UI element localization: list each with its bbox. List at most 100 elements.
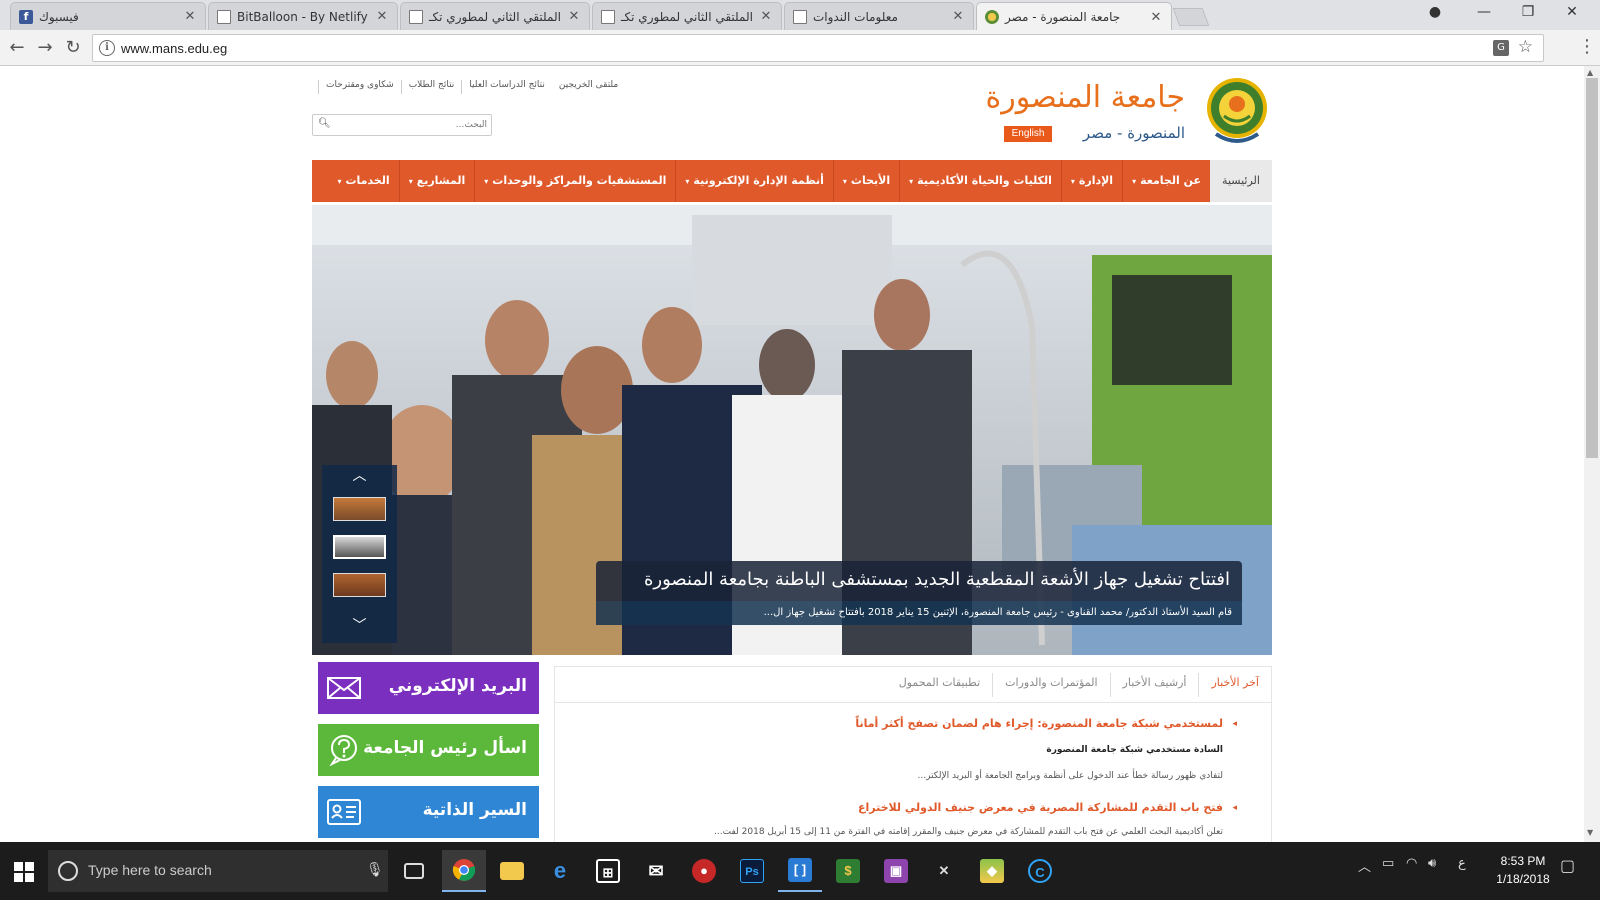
nav-item-e-systems[interactable]: أنظمة الإدارة الإلكترونية▾ — [675, 160, 833, 202]
tab-news-archive[interactable]: أرشيف الأخبار — [1109, 673, 1199, 697]
edge-icon[interactable]: e — [538, 850, 582, 892]
ask-president-button[interactable]: اسأل رئيس الجامعة — [318, 724, 539, 776]
url-text: www.mans.edu.eg — [121, 41, 228, 56]
task-view-icon[interactable] — [392, 850, 436, 892]
teams-app-icon[interactable]: ▣ — [874, 850, 918, 892]
input-language[interactable]: ع — [1458, 856, 1466, 871]
nav-item-administration[interactable]: الإدارة▾ — [1060, 160, 1122, 202]
browser-app-icon[interactable]: C — [1018, 850, 1062, 892]
slide-subcaption: قام السيد الأستاذ الدكتور/ محمد القناوى … — [596, 601, 1242, 625]
taskbar-clock[interactable]: 8:53 PM 1/18/2018 — [1478, 852, 1568, 888]
nav-item-projects[interactable]: المشاريع▾ — [398, 160, 475, 202]
caret-down-icon: ▾ — [337, 177, 342, 186]
scroll-down-icon[interactable]: ▼ — [1587, 828, 1593, 837]
page-scrollbar[interactable]: ▲ ▼ — [1584, 66, 1600, 842]
tab-title: الملتقي الثاني لمطوري تكـ — [621, 9, 753, 24]
nav-home[interactable]: الرئيسية — [1210, 160, 1272, 202]
university-subtitle: المنصورة - مصر — [1082, 124, 1185, 142]
browser-tab-forum-2[interactable]: الملتقي الثاني لمطوري تكـ ✕ — [592, 2, 782, 30]
window-close-icon[interactable]: ✕ — [1562, 4, 1582, 20]
bookmark-star-icon[interactable]: ☆ — [1518, 37, 1533, 57]
battery-icon[interactable]: ▭ — [1382, 856, 1394, 871]
browser-tab-facebook[interactable]: f فيسبوك ✕ — [10, 2, 206, 30]
slide-caption[interactable]: افتتاح تشغيل جهاز الأشعة المقطعية الجديد… — [596, 561, 1242, 601]
top-link-grad-results[interactable]: نتائج الدراسات العليا — [461, 80, 552, 94]
slider-thumbnail[interactable] — [333, 497, 386, 521]
translate-icon[interactable]: G — [1493, 40, 1509, 56]
browser-tab-seminars[interactable]: معلومات الندوات ✕ — [784, 2, 974, 30]
nav-item-about[interactable]: عن الجامعة▾ — [1122, 160, 1210, 202]
close-icon[interactable]: ✕ — [567, 9, 581, 24]
scrollbar-thumb[interactable] — [1586, 78, 1598, 458]
search-input[interactable] — [331, 117, 487, 133]
tab-conferences[interactable]: المؤتمرات والدورات — [992, 673, 1109, 697]
minimize-icon[interactable]: — — [1474, 4, 1494, 20]
browser-toolbar: ← → ↻ i www.mans.edu.eg G ☆ ⋮ — [0, 30, 1600, 66]
nav-item-research[interactable]: الأبحاث▾ — [832, 160, 899, 202]
chrome-icon[interactable] — [442, 850, 486, 892]
close-icon[interactable]: ✕ — [759, 9, 773, 24]
browser-menu-icon[interactable]: ⋮ — [1578, 36, 1596, 57]
scroll-up-icon[interactable]: ▲ — [1587, 68, 1593, 77]
tab-title: الملتقي الثاني لمطوري تكـ — [429, 9, 561, 24]
browser-tab-strip: f فيسبوك ✕ BitBalloon - By Netlify ✕ الم… — [0, 0, 1600, 31]
wifi-icon[interactable]: ◠ — [1406, 856, 1417, 871]
photoshop-icon[interactable]: Ps — [730, 850, 774, 892]
store-icon[interactable]: ⊞ — [586, 850, 630, 892]
money-app-icon[interactable]: $ — [826, 850, 870, 892]
browser-tab-mansoura[interactable]: جامعة المنصورة - مصر ✕ — [976, 2, 1172, 31]
english-language-button[interactable]: English — [1004, 126, 1052, 142]
taskbar-search-placeholder: Type here to search — [88, 862, 212, 878]
close-icon[interactable]: ✕ — [183, 9, 197, 24]
browser-tab-forum-1[interactable]: الملتقي الثاني لمطوري تكـ ✕ — [400, 2, 590, 30]
taskbar-search[interactable]: Type here to search 🎙︎ — [48, 850, 388, 892]
reload-icon[interactable]: ↻ — [62, 37, 84, 58]
brackets-icon[interactable]: [ ] — [778, 850, 822, 892]
media-app-icon[interactable]: ● — [682, 850, 726, 892]
tray-chevron-up-icon[interactable]: ︿ — [1358, 856, 1371, 875]
close-icon[interactable]: ✕ — [1149, 10, 1163, 25]
layers-app-icon[interactable]: ◆ — [970, 850, 1014, 892]
nav-label: الخدمات — [345, 174, 390, 187]
new-tab-button[interactable] — [1172, 8, 1210, 26]
top-link-alumni[interactable]: ملتقى الخريجين — [552, 80, 625, 94]
slider-thumbnail[interactable] — [333, 573, 386, 597]
news-item-title[interactable]: فتح باب التقدم للمشاركة المصرية في معرض … — [858, 801, 1223, 814]
tools-app-icon[interactable]: ✕ — [922, 850, 966, 892]
mail-icon[interactable]: ✉ — [634, 850, 678, 892]
back-icon[interactable]: ← — [6, 37, 28, 58]
cv-button[interactable]: السير الذاتية — [318, 786, 539, 838]
chevron-down-icon[interactable]: ﹀ — [322, 615, 397, 635]
profile-icon[interactable]: ● — [1425, 4, 1445, 20]
nav-item-services[interactable]: الخدمات▾ — [328, 160, 398, 202]
tab-title: BitBalloon - By Netlify — [237, 9, 368, 24]
windows-start-icon[interactable] — [14, 862, 34, 882]
tab-mobile-apps[interactable]: تطبيقات المحمول — [887, 673, 992, 697]
file-explorer-icon[interactable] — [490, 850, 534, 892]
bullet-icon: ◂ — [1232, 719, 1237, 729]
browser-tab-bitballoon[interactable]: BitBalloon - By Netlify ✕ — [208, 2, 398, 30]
search-icon[interactable]: 🔍︎ — [318, 118, 331, 129]
info-icon[interactable]: i — [99, 40, 115, 56]
tab-latest-news[interactable]: آخر الأخبار — [1198, 673, 1271, 697]
chevron-up-icon[interactable]: ︿ — [322, 465, 397, 485]
forward-icon[interactable]: → — [34, 37, 56, 58]
address-bar[interactable]: i www.mans.edu.eg G ☆ — [92, 34, 1544, 62]
email-button[interactable]: البريد الإلكتروني — [318, 662, 539, 714]
nav-label: عن الجامعة — [1140, 174, 1201, 187]
top-link-complaints[interactable]: شكاوى ومقترحات — [318, 80, 401, 94]
notifications-icon[interactable]: ▢ — [1560, 856, 1575, 875]
volume-icon[interactable]: 🔊︎ — [1428, 856, 1436, 871]
restore-icon[interactable]: ❐ — [1518, 4, 1538, 20]
close-icon[interactable]: ✕ — [375, 9, 389, 24]
news-item-title[interactable]: لمستخدمي شبكة جامعة المنصورة: إجراء هام … — [855, 717, 1223, 730]
university-logo — [1207, 78, 1267, 143]
news-item-text: تعلن أكاديمية البحث العلمي عن فتح باب ال… — [714, 827, 1223, 837]
slider-thumbnail-active[interactable] — [333, 535, 386, 559]
news-slider[interactable]: ︿ ﹀ افتتاح تشغيل جهاز الأشعة المقطعية ال… — [312, 205, 1272, 655]
top-link-student-results[interactable]: نتائج الطلاب — [400, 80, 462, 94]
nav-item-hospitals[interactable]: المستشفيات والمراكز والوحدات▾ — [474, 160, 675, 202]
microphone-icon[interactable]: 🎙︎ — [366, 862, 384, 878]
nav-item-faculties[interactable]: الكليات والحياة الأكاديمية▾ — [899, 160, 1061, 202]
close-icon[interactable]: ✕ — [951, 9, 965, 24]
